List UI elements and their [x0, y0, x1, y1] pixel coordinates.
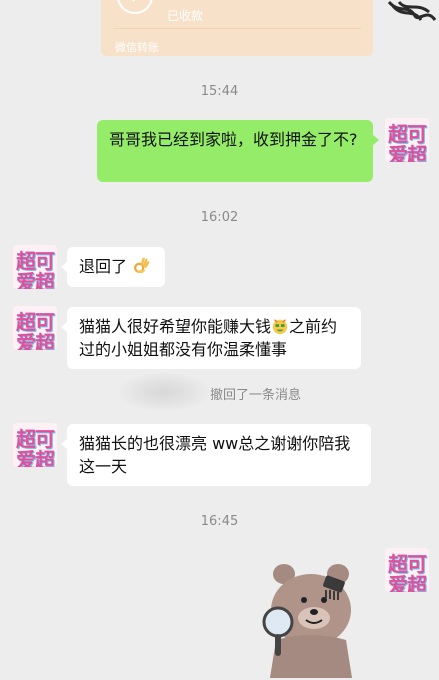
scribble-icon [387, 0, 437, 21]
divider [113, 28, 361, 29]
avatar[interactable]: 超 可 爱 超 [13, 306, 57, 350]
ok-hand-emoji-icon [134, 257, 150, 274]
transfer-footer: 微信转账 [115, 41, 159, 54]
message-bubble-incoming[interactable]: 猫猫长的也很漂亮 ww总之谢谢你陪我这一天 [61, 424, 371, 486]
timestamp: 16:45 [200, 514, 239, 529]
bear-with-mirror-sticker-icon[interactable] [256, 560, 366, 678]
recall-notice: 撤回了一条消息 [210, 388, 302, 403]
avatar[interactable]: 超 可 爱 超 [385, 118, 429, 162]
money-face-emoji-icon [272, 319, 288, 335]
message-text: 猫猫长的也很漂亮 ww总之谢谢你陪我这一天 [79, 434, 351, 476]
avatar[interactable]: 超 可 爱 超 [13, 245, 57, 289]
avatar[interactable]: 超 可 爱 超 [385, 548, 429, 592]
timestamp: 15:44 [200, 84, 239, 99]
message-text: 退回了 [79, 257, 128, 276]
check-icon [117, 0, 153, 14]
timestamp: 16:02 [200, 210, 239, 225]
transfer-card[interactable]: 已收款 微信转账 [101, 0, 373, 56]
transfer-status: 已收款 [167, 9, 204, 23]
message-text: 猫猫人很好希望你能赚大钱 [79, 317, 272, 336]
message-bubble-incoming[interactable]: 猫猫人很好希望你能赚大钱 之前约过的小姐姐都没有你温柔懂事 [61, 307, 361, 369]
message-text: 哥哥我已经到家啦，收到押金了不? [109, 130, 358, 149]
message-bubble-incoming[interactable]: 退回了 [61, 247, 165, 287]
blurred-name [118, 372, 210, 412]
avatar[interactable]: 超 可 爱 超 [13, 423, 57, 467]
message-bubble-outgoing[interactable]: 哥哥我已经到家啦，收到押金了不? [97, 120, 379, 182]
